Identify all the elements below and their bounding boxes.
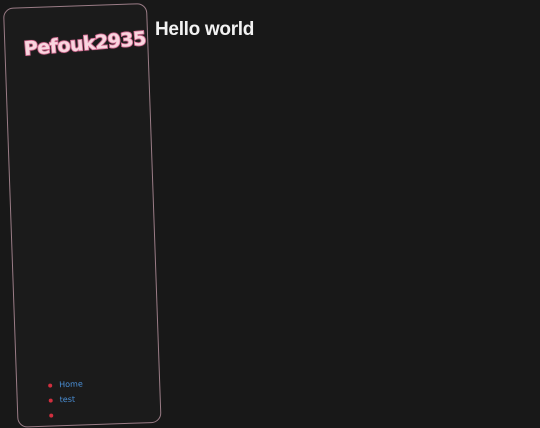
nav-item-home: Home: [48, 376, 83, 392]
bullet-icon: [49, 412, 54, 418]
sidebar: Pefouk2935 Home test: [3, 2, 162, 428]
bullet-icon: [48, 398, 53, 403]
nav-item-partial: [49, 406, 84, 422]
nav-link-test[interactable]: test: [60, 395, 76, 405]
page-title: Hello world: [155, 19, 255, 40]
site-logo[interactable]: Pefouk2935: [22, 27, 147, 61]
sidebar-nav: Home test: [48, 376, 84, 422]
nav-item-test: test: [48, 391, 83, 407]
bullet-icon: [48, 383, 53, 388]
nav-link-home[interactable]: Home: [59, 379, 83, 389]
